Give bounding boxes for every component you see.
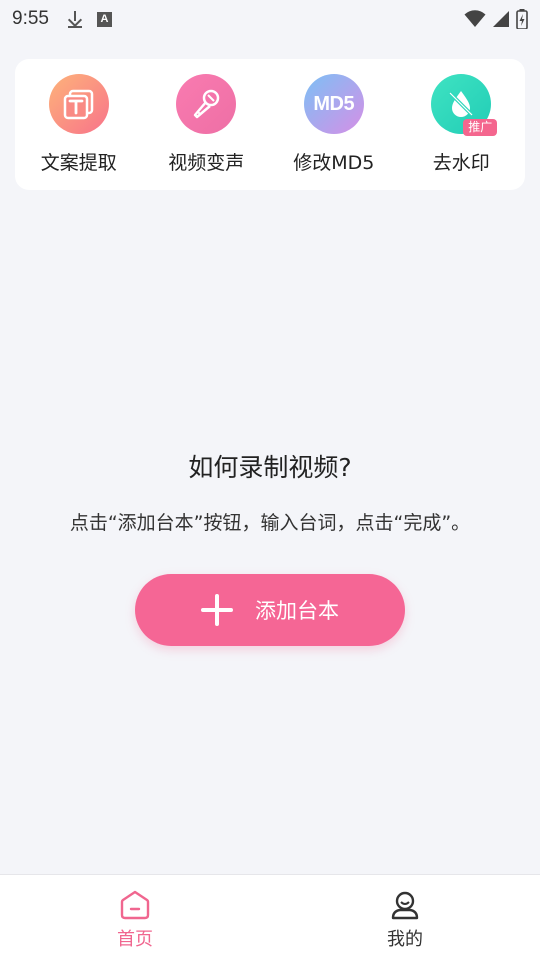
tab-home[interactable]: 首页: [0, 875, 270, 960]
tool-label: 修改MD5: [293, 152, 375, 174]
tool-modify-md5[interactable]: MD5 修改MD5: [274, 74, 394, 175]
status-bar: 9:55 A: [0, 0, 540, 38]
add-script-label: 添加台本: [255, 599, 339, 623]
promo-badge: 推广: [463, 119, 498, 136]
tool-label: 文案提取: [40, 152, 117, 174]
empty-state-description: 点击“添加台本”按钮，输入台词，点击“完成”。: [69, 512, 471, 534]
home-icon: [120, 890, 150, 920]
tool-text-extract[interactable]: 文案提取: [19, 74, 139, 175]
tool-voice-change[interactable]: 视频变声: [146, 74, 266, 175]
tool-label: 视频变声: [168, 152, 245, 174]
tool-label: 去水印: [432, 152, 490, 174]
text-extract-icon: [48, 74, 109, 134]
wifi-icon: [464, 10, 486, 27]
tab-label: 首页: [117, 929, 153, 950]
a-notification-icon: A: [96, 11, 112, 27]
tools-card: 文案提取 视频变声 MD5 修改MD5 推广 去水印: [15, 59, 525, 190]
microphone-icon: [176, 74, 237, 134]
profile-icon: [391, 891, 419, 920]
add-script-button[interactable]: 添加台本: [135, 574, 405, 646]
download-icon: [67, 10, 83, 28]
md5-icon-text: MD5: [313, 92, 355, 115]
tool-remove-watermark[interactable]: 推广 去水印: [401, 74, 521, 175]
empty-state-title: 如何录制视频?: [188, 453, 352, 482]
battery-icon: [516, 9, 528, 29]
tab-label: 我的: [387, 929, 423, 950]
tab-mine[interactable]: 我的: [270, 875, 540, 960]
md5-icon: MD5: [303, 74, 364, 134]
watermark-remove-icon: 推广: [431, 74, 498, 136]
signal-icon: [493, 11, 509, 27]
plus-icon: [201, 594, 233, 626]
bottom-tab-bar: 首页 我的: [0, 874, 540, 960]
status-time: 9:55: [12, 8, 49, 29]
